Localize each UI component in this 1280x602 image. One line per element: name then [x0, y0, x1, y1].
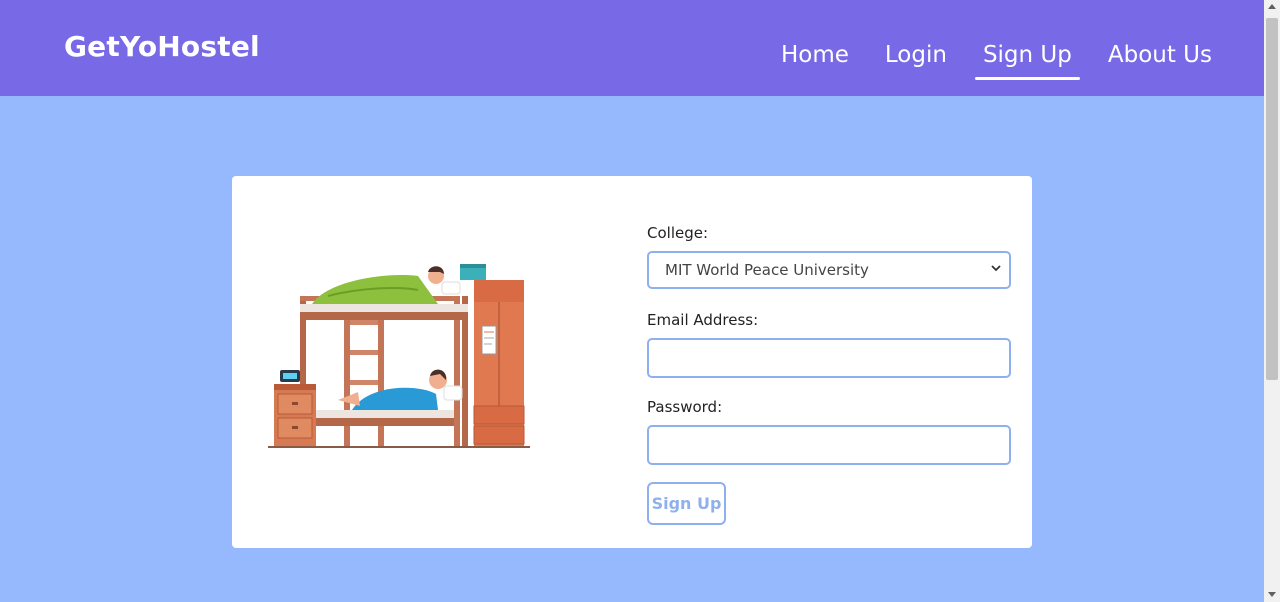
password-label: Password: [647, 398, 723, 416]
email-label: Email Address: [647, 311, 759, 329]
signup-card: College: MIT World Peace University Emai… [232, 176, 1032, 548]
chevron-down-icon [991, 265, 1001, 272]
nav-link-login[interactable]: Login [877, 42, 955, 80]
nav-link-about-us[interactable]: About Us [1100, 42, 1220, 80]
nav-links: Home Login Sign Up About Us [753, 42, 1220, 80]
bunk-bed-illustration [268, 264, 530, 448]
nav-link-home[interactable]: Home [773, 42, 857, 80]
password-input[interactable] [647, 425, 1011, 465]
college-label: College: [647, 224, 709, 242]
college-select-value: MIT World Peace University [665, 261, 869, 279]
scroll-up-arrow-icon[interactable] [1268, 4, 1276, 9]
brand-logo[interactable]: GetYoHostel [64, 30, 260, 63]
signup-form: College: MIT World Peace University Emai… [647, 224, 1011, 525]
email-input[interactable] [647, 338, 1011, 378]
nav-link-sign-up[interactable]: Sign Up [974, 42, 1080, 80]
navbar: GetYoHostel Home Login Sign Up About Us [0, 0, 1264, 96]
scroll-thumb[interactable] [1266, 18, 1278, 380]
college-select[interactable]: MIT World Peace University [647, 251, 1011, 289]
page: GetYoHostel Home Login Sign Up About Us [0, 0, 1264, 602]
vertical-scrollbar[interactable] [1264, 0, 1280, 602]
sign-up-button[interactable]: Sign Up [647, 482, 726, 525]
scroll-down-arrow-icon[interactable] [1268, 592, 1276, 597]
